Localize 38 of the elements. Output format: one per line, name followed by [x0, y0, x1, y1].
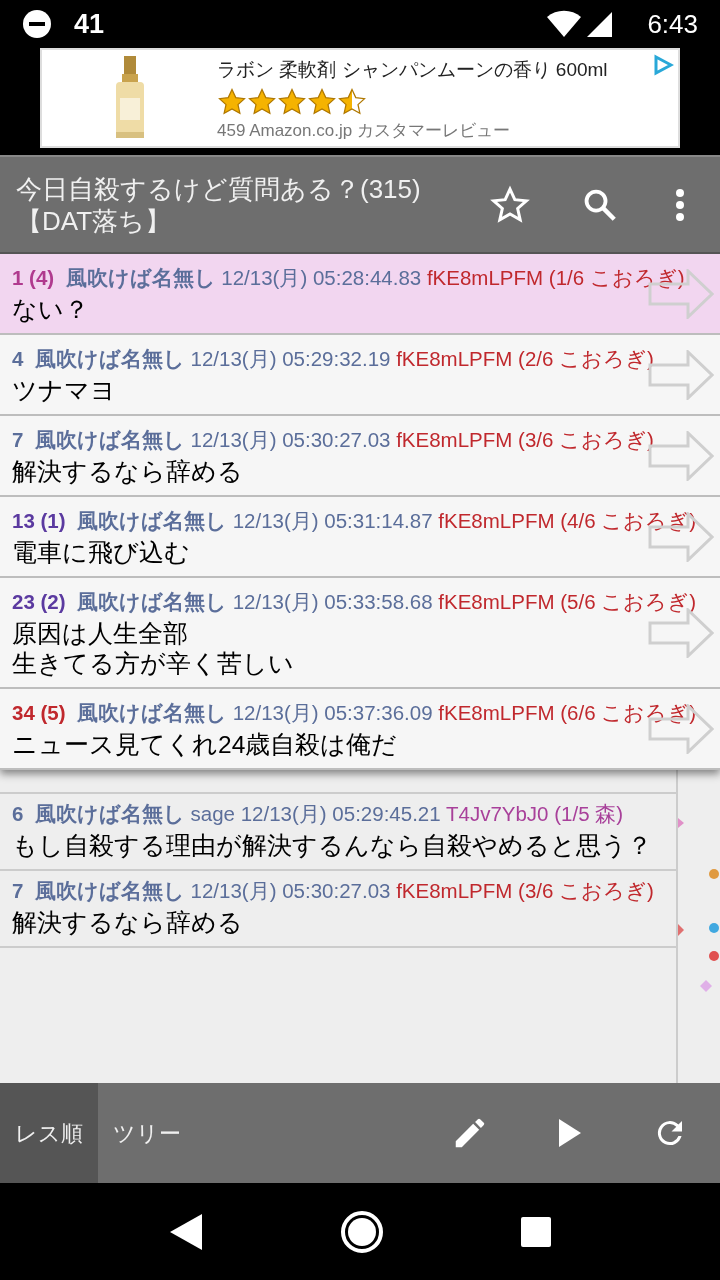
star-outline-icon: [490, 184, 530, 225]
ad-choices-icon[interactable]: [652, 54, 674, 76]
ad-title: ラボン 柔軟剤 シャンパンムーンの香り 600ml: [217, 58, 608, 82]
clock: 6:43: [647, 7, 698, 41]
star-icon: [217, 86, 247, 117]
thread-title: 今日自殺するけど質問ある？(315): [16, 172, 422, 205]
post-body: 電車に飛び込む: [12, 538, 190, 568]
star-icon: [277, 86, 307, 117]
notification-count: 41: [74, 7, 105, 41]
post-body: 生きてる方が辛く苦しい: [12, 649, 294, 679]
post-body: 原因は人生全部: [12, 619, 188, 649]
arrow-icon[interactable]: [648, 511, 714, 562]
post-body: 解決するなら辞める: [12, 457, 243, 487]
play-icon: [557, 1118, 583, 1148]
home-icon[interactable]: [340, 1209, 384, 1254]
post-body: ニュース見てくれ24歳自殺は俺だ: [12, 730, 398, 760]
arrow-icon[interactable]: [648, 703, 714, 754]
sort-tab[interactable]: レス順: [0, 1083, 98, 1183]
more-icon: [675, 187, 685, 222]
post-header: 6 風吹けば名無し sage 12/13(月) 05:29:45.21 T4Jv7YbJ0 (1/5 森): [12, 801, 625, 827]
star-icon: [337, 86, 367, 117]
star-icon: [307, 86, 337, 117]
post-body: もし自殺する理由が解決するんなら自殺やめると思う？: [12, 831, 652, 861]
review-count: 459 Amazon.co.jp カスタマーレビュー: [217, 119, 511, 142]
back-icon[interactable]: [168, 1211, 204, 1252]
post-body: ツナマヨ: [12, 376, 116, 406]
post-body: ない？: [12, 295, 89, 325]
thread-status: 【DAT落ち】: [16, 204, 173, 237]
recents-icon[interactable]: [520, 1215, 552, 1248]
post-header: 7 風吹けば名無し 12/13(月) 05:30:27.03 fKE8mLPFM (3/6 こおろぎ): [12, 878, 655, 904]
ad-banner[interactable]: ラボン 柔軟剤 シャンパンムーンの香り 600ml 459 Amazon.co.jp カスタマーレビュー: [40, 48, 680, 148]
do-not-disturb-icon: [22, 9, 52, 39]
wifi-icon: [547, 10, 582, 38]
post-item[interactable]: 7 風吹けば名無し 12/13(月) 05:30:27.03 fKE8mLPFM (3/6 こおろぎ) 解決するなら辞める: [0, 871, 676, 948]
post-body: 解決するなら辞める: [12, 908, 243, 938]
star-icon: [247, 86, 277, 117]
signal-icon: [585, 10, 614, 38]
post-item[interactable]: 6 風吹けば名無し sage 12/13(月) 05:29:45.21 T4Jv7YbJ0 (1/5 森) もし自殺する理由が解決するんなら自殺やめると思う？: [0, 794, 676, 871]
